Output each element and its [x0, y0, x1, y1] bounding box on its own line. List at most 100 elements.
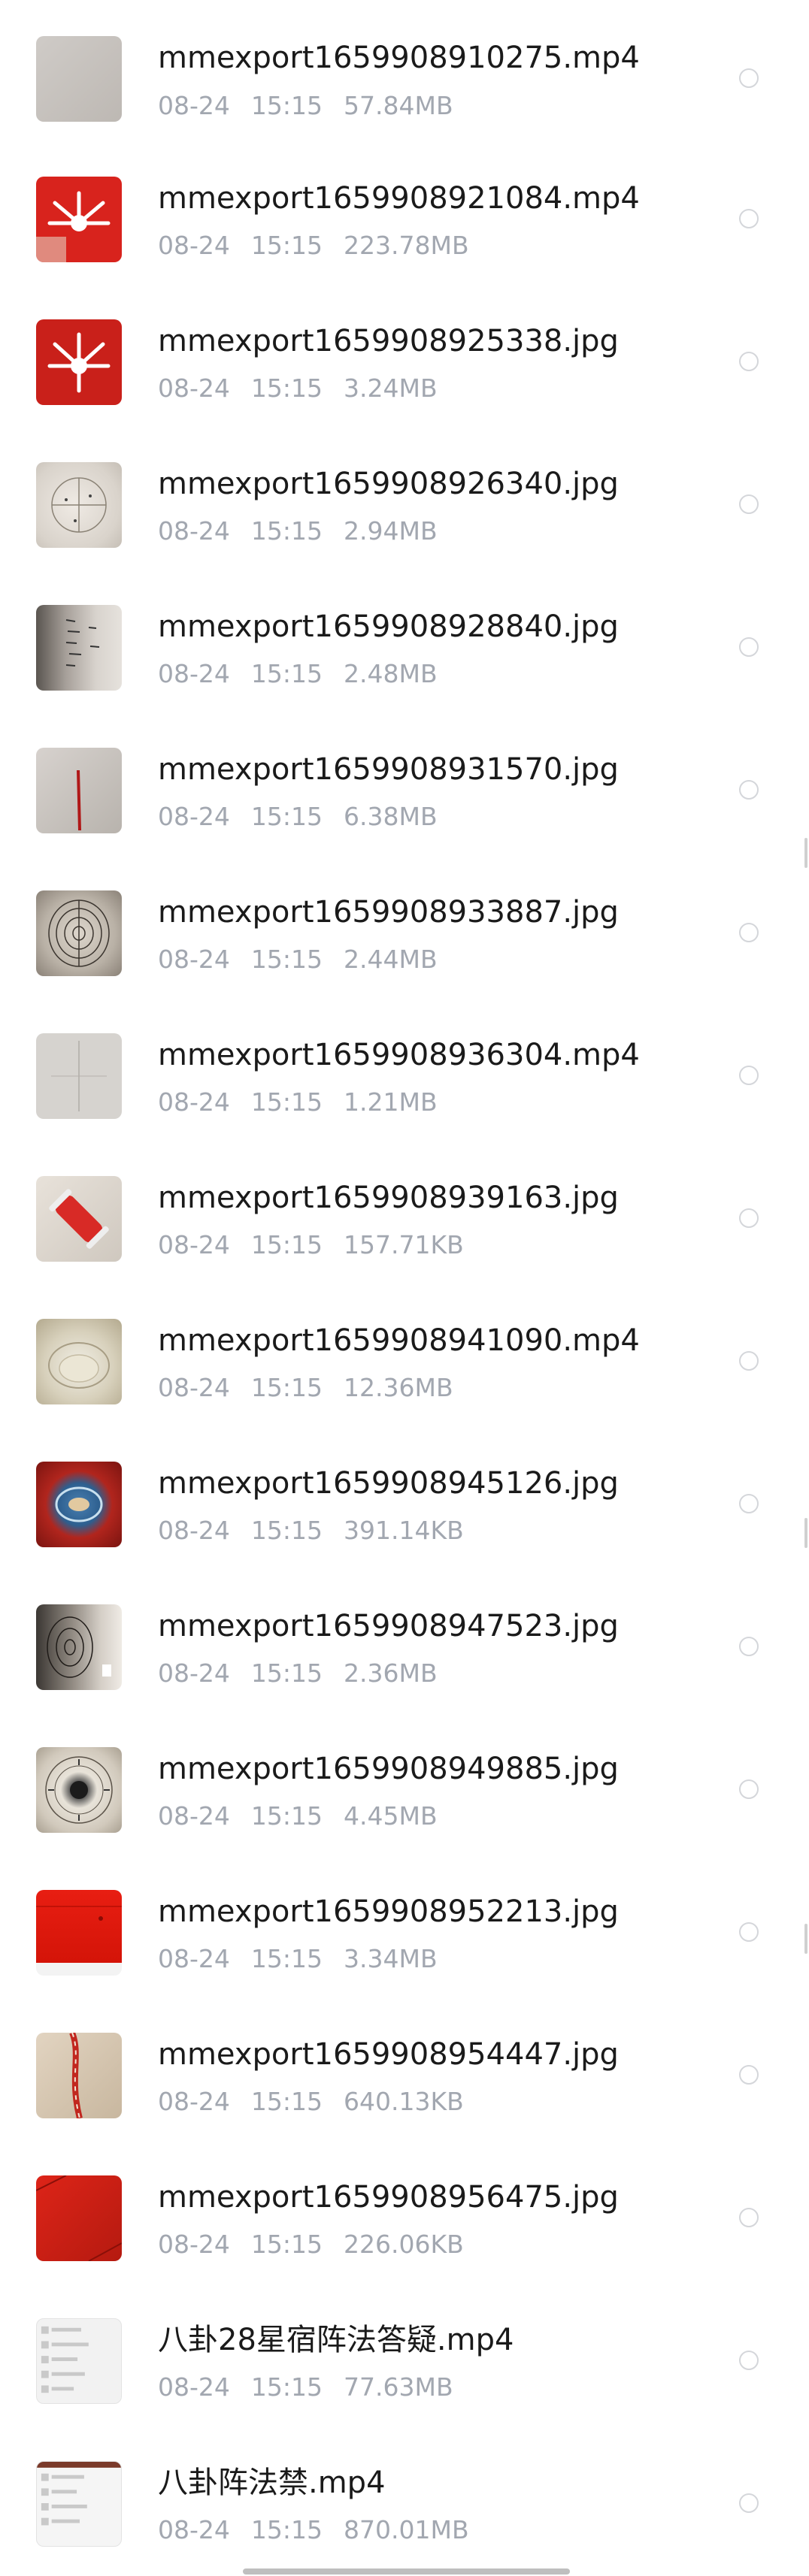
file-date: 08-24: [158, 1230, 230, 1259]
file-meta: 08-24 15:15 870.01MB: [158, 2515, 490, 2545]
paper-diagram-thumbnail-icon: [36, 462, 122, 548]
file-row[interactable]: mmexport1659908941090.mp4 08-24 15:15 12.3…: [0, 1285, 809, 1428]
file-time: 15:15: [250, 802, 323, 831]
select-radio[interactable]: [739, 1351, 759, 1371]
file-size: 77.63MB: [344, 2372, 453, 2402]
select-radio[interactable]: [739, 780, 759, 800]
select-radio[interactable]: [739, 68, 759, 88]
select-radio[interactable]: [739, 1637, 759, 1656]
file-row[interactable]: 八卦28星宿阵法答疑.mp4 08-24 15:15 77.63MB: [0, 2284, 809, 2427]
file-date: 08-24: [158, 2515, 230, 2544]
file-row[interactable]: mmexport1659908947523.jpg 08-24 15:15 2.36…: [0, 1571, 809, 1713]
file-size: 3.34MB: [344, 1944, 438, 1973]
select-radio[interactable]: [739, 2493, 759, 2513]
file-row[interactable]: mmexport1659908933887.jpg 08-24 15:15 2.44…: [0, 857, 809, 999]
file-name: 八卦阵法禁.mp4: [158, 2466, 386, 2500]
select-radio[interactable]: [739, 1922, 759, 1942]
file-meta: 08-24 15:15 640.13KB: [158, 2087, 485, 2117]
glass-bowl-thumbnail-icon: [36, 1319, 122, 1404]
file-size: 157.71KB: [344, 1230, 464, 1259]
file-meta: 08-24 15:15 6.38MB: [158, 802, 459, 832]
file-row[interactable]: mmexport1659908949885.jpg 08-24 15:15 4.45…: [0, 1713, 809, 1856]
file-row[interactable]: 八卦阵法禁.mp4 08-24 15:15 870.01MB: [0, 2427, 809, 2570]
file-date: 08-24: [158, 2372, 230, 2402]
file-meta: 08-24 15:15 2.94MB: [158, 516, 459, 546]
file-time: 15:15: [250, 1801, 323, 1831]
file-date: 08-24: [158, 1516, 230, 1545]
concentric-circles-icon: [48, 899, 110, 967]
screenshot-thumbnail-icon: [36, 2318, 122, 2404]
fabric-icon: [36, 2175, 122, 2261]
file-row[interactable]: mmexport1659908952213.jpg 08-24 15:15 3.34…: [0, 1856, 809, 1999]
file-name: mmexport1659908949885.jpg: [158, 1752, 619, 1786]
select-radio[interactable]: [739, 352, 759, 371]
red-rope-thumbnail-icon: [36, 2033, 122, 2118]
file-row[interactable]: mmexport1659908939163.jpg 08-24 15:15 157.…: [0, 1142, 809, 1285]
file-time: 15:15: [250, 2230, 323, 2259]
file-size: 223.78MB: [344, 231, 469, 260]
file-row[interactable]: mmexport1659908936304.mp4 08-24 15:15 1.21…: [0, 999, 809, 1142]
file-row[interactable]: mmexport1659908925338.jpg 08-24 15:15 3.24…: [0, 286, 809, 428]
file-row[interactable]: mmexport1659908956475.jpg 08-24 15:15 226.…: [0, 2142, 809, 2284]
file-size: 2.94MB: [344, 516, 438, 546]
gray-wall-thumbnail-icon: [36, 36, 122, 122]
file-date: 08-24: [158, 802, 230, 831]
file-row[interactable]: mmexport1659908910275.mp4 08-24 15:15 57.8…: [0, 0, 809, 143]
file-name: mmexport1659908926340.jpg: [158, 467, 619, 501]
file-meta: 08-24 15:15 4.45MB: [158, 1801, 459, 1831]
logo-arrows-icon: [47, 332, 111, 393]
file-meta: 08-24 15:15 157.71KB: [158, 1230, 485, 1260]
bowl-icon: [48, 1342, 110, 1389]
select-radio[interactable]: [739, 494, 759, 514]
file-row[interactable]: mmexport1659908931570.jpg 08-24 15:15 6.38…: [0, 714, 809, 857]
file-date: 08-24: [158, 1801, 230, 1831]
select-radio[interactable]: [739, 923, 759, 942]
select-radio[interactable]: [739, 1066, 759, 1085]
file-meta: 08-24 15:15 3.24MB: [158, 373, 459, 404]
select-radio[interactable]: [739, 2208, 759, 2227]
file-meta: 08-24 15:15 226.06KB: [158, 2230, 485, 2260]
file-date: 08-24: [158, 1658, 230, 1688]
file-date: 08-24: [158, 231, 230, 260]
select-radio[interactable]: [739, 2065, 759, 2085]
file-row[interactable]: mmexport1659908921084.mp4 08-24 15:15 223.…: [0, 143, 809, 286]
scroll-edge-mark: [804, 1924, 807, 1954]
file-time: 15:15: [250, 1230, 323, 1259]
select-radio[interactable]: [739, 1779, 759, 1799]
select-radio[interactable]: [739, 637, 759, 657]
chat-list-icon: [41, 2326, 89, 2393]
file-date: 08-24: [158, 373, 230, 403]
wall-line-thumbnail-icon: [36, 748, 122, 833]
file-name: mmexport1659908928840.jpg: [158, 609, 619, 644]
file-date: 08-24: [158, 2087, 230, 2116]
file-name: mmexport1659908925338.jpg: [158, 324, 619, 358]
file-name: mmexport1659908939163.jpg: [158, 1181, 619, 1215]
box-icon: [36, 1906, 122, 1921]
file-meta: 08-24 15:15 77.63MB: [158, 2372, 474, 2402]
writing-marks-icon: [65, 619, 100, 667]
select-radio[interactable]: [739, 1494, 759, 1513]
file-time: 15:15: [250, 516, 323, 546]
file-meta: 08-24 15:15 2.44MB: [158, 945, 459, 975]
file-meta: 08-24 15:15 391.14KB: [158, 1516, 485, 1546]
red-line-icon: [77, 769, 81, 831]
file-time: 15:15: [250, 659, 323, 688]
select-radio[interactable]: [739, 2351, 759, 2370]
file-size: 6.38MB: [344, 802, 438, 831]
file-row[interactable]: mmexport1659908928840.jpg 08-24 15:15 2.48…: [0, 571, 809, 714]
thin-line-icon: [51, 1041, 107, 1111]
select-radio[interactable]: [739, 209, 759, 228]
file-meta: 08-24 15:15 2.48MB: [158, 659, 459, 689]
file-row[interactable]: mmexport1659908954447.jpg 08-24 15:15 640.…: [0, 1999, 809, 2142]
file-time: 15:15: [250, 2515, 323, 2544]
file-row[interactable]: mmexport1659908945126.jpg 08-24 15:15 391.…: [0, 1428, 809, 1571]
file-name: mmexport1659908952213.jpg: [158, 1894, 619, 1929]
bagua-icon: [45, 1756, 113, 1824]
file-row[interactable]: mmexport1659908926340.jpg 08-24 15:15 2.94…: [0, 428, 809, 571]
file-size: 4.45MB: [344, 1801, 438, 1831]
file-name: mmexport1659908910275.mp4: [158, 41, 640, 75]
file-name: mmexport1659908936304.mp4: [158, 1038, 640, 1072]
select-radio[interactable]: [739, 1208, 759, 1228]
file-meta: 08-24 15:15 1.21MB: [158, 1087, 459, 1117]
home-indicator[interactable]: [243, 2568, 570, 2574]
